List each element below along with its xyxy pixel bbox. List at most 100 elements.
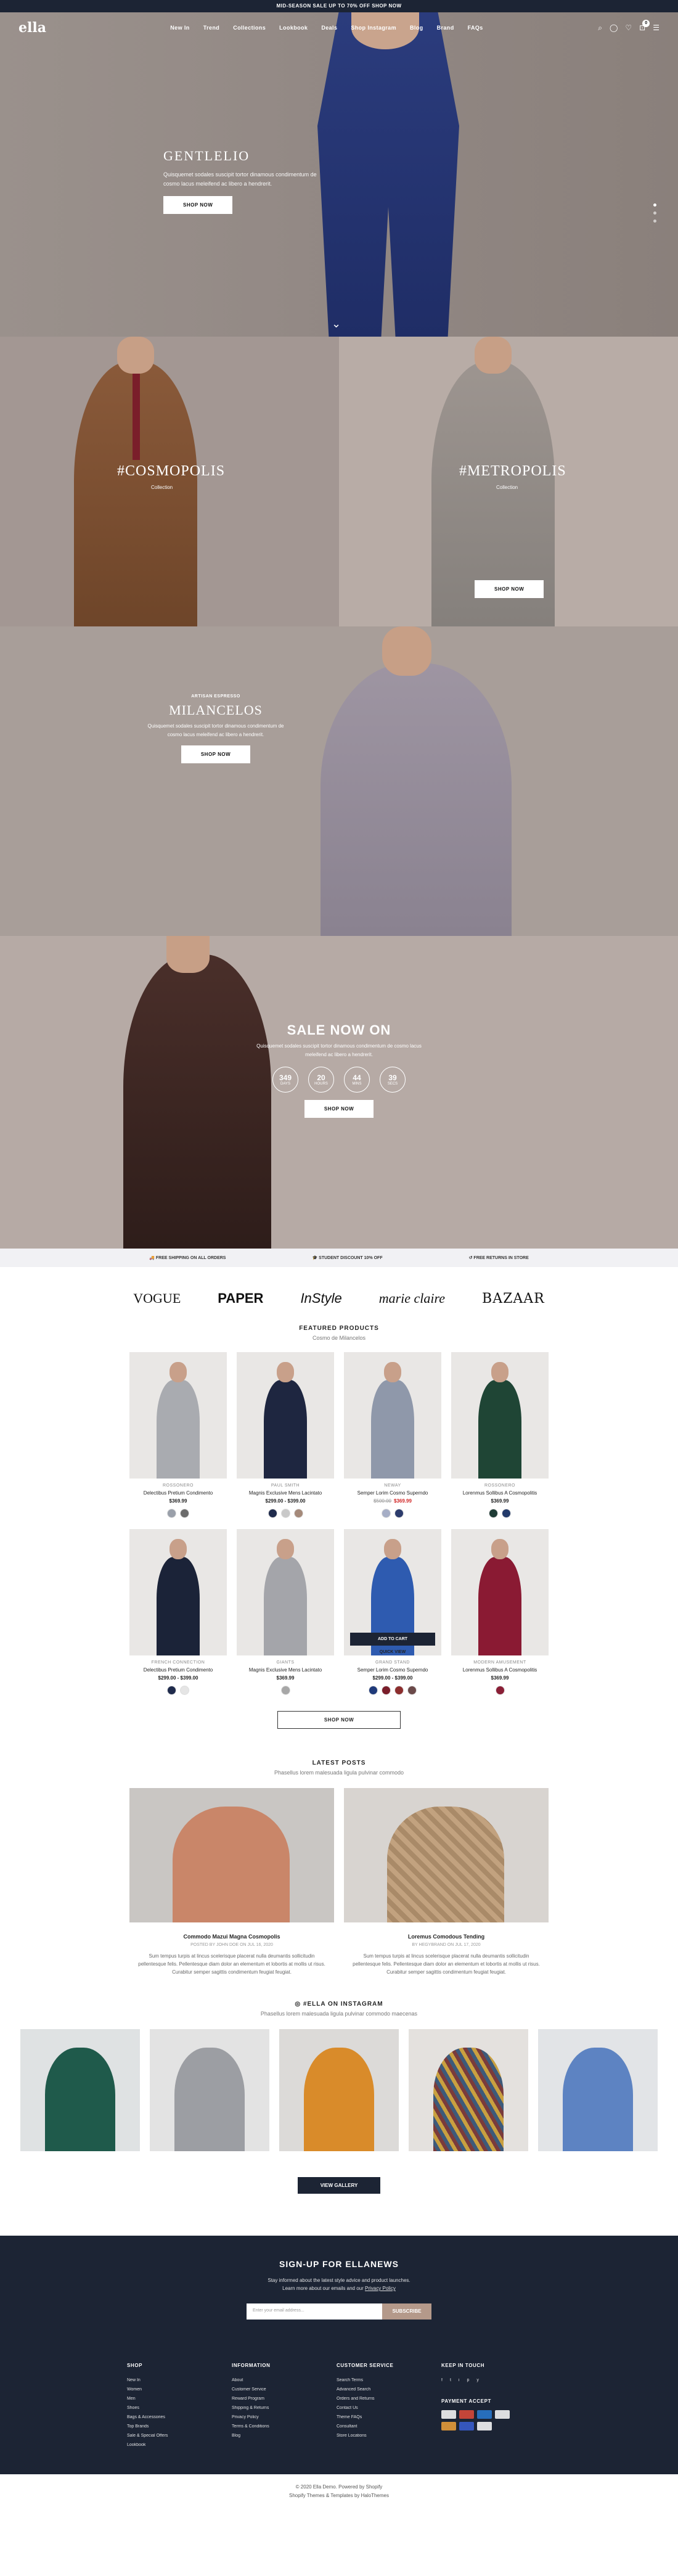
product-image[interactable] bbox=[237, 1529, 334, 1655]
brand-marie-claire[interactable]: marie claire bbox=[379, 1290, 445, 1306]
product-card[interactable]: NEWAY Semper Lorim Cosmo Superndo $500.0… bbox=[344, 1352, 441, 1518]
footer-link[interactable]: Orders and Returns bbox=[337, 2394, 441, 2403]
email-field[interactable]: Enter your email address... bbox=[247, 2303, 382, 2320]
view-gallery-button[interactable]: VIEW GALLERY bbox=[298, 2177, 380, 2194]
product-card[interactable]: GIANTS Magnis Exclusive Mens Lacintato $… bbox=[237, 1529, 334, 1695]
privacy-policy-link[interactable]: Privacy Policy bbox=[365, 2286, 396, 2291]
nav-new-in[interactable]: New In bbox=[170, 25, 189, 31]
product-name[interactable]: Magnis Exclusive Mens Lacintato bbox=[237, 1490, 334, 1496]
product-name[interactable]: Lorenmus Sollibus A Cosmopolitis bbox=[451, 1667, 549, 1673]
pinterest-icon[interactable]: p bbox=[467, 2376, 469, 2385]
footer-link[interactable]: Customer Service bbox=[232, 2385, 337, 2394]
wishlist-icon[interactable]: ♡ bbox=[625, 23, 632, 32]
quick-view-button[interactable]: QUICK VIEW bbox=[344, 1650, 441, 1654]
nav-trend[interactable]: Trend bbox=[203, 25, 220, 31]
account-icon[interactable]: ◯ bbox=[610, 23, 618, 32]
subscribe-button[interactable]: SUBSCRIBE bbox=[382, 2303, 431, 2320]
blog-post[interactable]: Loremus Comodous Tending BY HEGYBRAND ON… bbox=[344, 1788, 549, 1976]
blog-post[interactable]: Commodo Mazui Magna Cosmopolis POSTED BY… bbox=[129, 1788, 334, 1976]
brand-paper[interactable]: PAPER bbox=[218, 1290, 263, 1306]
instagram-photo[interactable] bbox=[279, 2029, 399, 2151]
instagram-photo[interactable] bbox=[409, 2029, 528, 2151]
slider-dot[interactable] bbox=[653, 211, 656, 215]
collection-cosmopolis[interactable]: #COSMOPOLIS Collection bbox=[0, 337, 339, 626]
footer-link[interactable]: Theme FAQs bbox=[337, 2413, 441, 2422]
color-swatch[interactable]: #8c2e2e bbox=[394, 1686, 404, 1695]
footer-link[interactable]: About bbox=[232, 2376, 337, 2385]
product-name[interactable]: Delectibus Pretium Condimento bbox=[129, 1667, 227, 1673]
nav-lookbook[interactable]: Lookbook bbox=[279, 25, 308, 31]
color-swatch[interactable]: #7a1e2a bbox=[382, 1686, 391, 1695]
products-shop-now-button[interactable]: SHOP NOW bbox=[277, 1711, 401, 1729]
product-card[interactable]: MODERN AMUSEMENT Lorenmus Sollibus A Cos… bbox=[451, 1529, 549, 1695]
nav-blog[interactable]: Blog bbox=[410, 25, 423, 31]
footer-link[interactable]: Top Brands bbox=[127, 2422, 232, 2431]
site-logo[interactable]: ella bbox=[18, 20, 92, 36]
free-shipping-text[interactable]: 🚚 FREE SHIPPING ON ALL ORDERS bbox=[149, 1255, 226, 1260]
color-swatch[interactable]: #8a1f36 bbox=[495, 1686, 505, 1695]
footer-link[interactable]: Contact Us bbox=[337, 2403, 441, 2413]
product-name[interactable]: Magnis Exclusive Mens Lacintato bbox=[237, 1667, 334, 1673]
student-discount-text[interactable]: 🎓 STUDENT DISCOUNT 10% OFF bbox=[312, 1255, 382, 1260]
footer-link[interactable]: Sale & Special Offers bbox=[127, 2431, 232, 2440]
instagram-photo[interactable] bbox=[538, 2029, 658, 2151]
color-swatch[interactable]: #9aa0aa bbox=[167, 1509, 176, 1518]
footer-link[interactable]: Blog bbox=[232, 2431, 337, 2440]
top-announcement-bar[interactable]: MID-SEASON SALE UP TO 70% OFF SHOP NOW bbox=[0, 0, 678, 12]
instagram-icon[interactable]: i bbox=[459, 2376, 460, 2385]
product-name[interactable]: Delectibus Pretium Condimento bbox=[129, 1490, 227, 1496]
color-swatch[interactable]: #2c3c6c bbox=[394, 1509, 404, 1518]
color-swatch[interactable]: #1f2b4c bbox=[268, 1509, 277, 1518]
brand-vogue[interactable]: VOGUE bbox=[133, 1290, 181, 1306]
footer-link[interactable]: Store Locations bbox=[337, 2431, 441, 2440]
product-card[interactable]: PAUL SMITH Magnis Exclusive Mens Lacinta… bbox=[237, 1352, 334, 1518]
slider-dot[interactable] bbox=[653, 203, 656, 207]
footer-link[interactable]: Search Terms bbox=[337, 2376, 441, 2385]
youtube-icon[interactable]: y bbox=[476, 2376, 479, 2385]
color-swatch[interactable]: #1f2b4c bbox=[167, 1686, 176, 1695]
color-swatch[interactable]: #a58a7a bbox=[293, 1509, 303, 1518]
product-image[interactable] bbox=[344, 1352, 441, 1479]
nav-deals[interactable]: Deals bbox=[321, 25, 337, 31]
brand-bazaar[interactable]: BAZAAR bbox=[482, 1291, 545, 1306]
add-to-cart-button[interactable]: ADD TO CART bbox=[350, 1633, 435, 1646]
product-name[interactable]: Lorenmus Sollibus A Cosmopolitis bbox=[451, 1490, 549, 1496]
color-swatch[interactable]: #e5e5e5 bbox=[180, 1686, 189, 1695]
footer-link[interactable]: Women bbox=[127, 2385, 232, 2394]
footer-link[interactable]: Bags & Accessories bbox=[127, 2413, 232, 2422]
color-swatch[interactable]: #1e3b35 bbox=[489, 1509, 498, 1518]
footer-link[interactable]: Shoes bbox=[127, 2403, 232, 2413]
product-name[interactable]: Semper Lorim Cosmo Superndo bbox=[344, 1490, 441, 1496]
instagram-photo[interactable] bbox=[20, 2029, 140, 2151]
footer-link[interactable]: Terms & Conditions bbox=[232, 2422, 337, 2431]
color-swatch[interactable]: #6b6b6b bbox=[180, 1509, 189, 1518]
product-card[interactable]: ROSSONERO Lorenmus Sollibus A Cosmopolit… bbox=[451, 1352, 549, 1518]
product-image[interactable] bbox=[451, 1352, 549, 1479]
nav-faqs[interactable]: FAQs bbox=[468, 25, 483, 31]
sale-shop-now-button[interactable]: SHOP NOW bbox=[304, 1100, 374, 1118]
post-image[interactable] bbox=[129, 1788, 334, 1922]
product-card[interactable]: FRENCH CONNECTION Delectibus Pretium Con… bbox=[129, 1529, 227, 1695]
instagram-photo[interactable] bbox=[150, 2029, 269, 2151]
nav-shop-instagram[interactable]: Shop Instagram bbox=[351, 25, 396, 31]
search-icon[interactable]: ⌕ bbox=[598, 23, 602, 33]
milancelos-shop-now-button[interactable]: SHOP NOW bbox=[181, 745, 251, 763]
post-image[interactable] bbox=[344, 1788, 549, 1922]
product-card[interactable]: ROSSONERO Delectibus Pretium Condimento … bbox=[129, 1352, 227, 1518]
footer-link[interactable]: Privacy Policy bbox=[232, 2413, 337, 2422]
product-image[interactable] bbox=[451, 1529, 549, 1655]
chevron-down-icon[interactable]: ⌄ bbox=[332, 318, 341, 330]
free-returns-text[interactable]: ↺ FREE RETURNS IN STORE bbox=[469, 1255, 529, 1260]
footer-link[interactable]: Shipping & Returns bbox=[232, 2403, 337, 2413]
twitter-icon[interactable]: t bbox=[450, 2376, 451, 2385]
nav-brand[interactable]: Brand bbox=[437, 25, 454, 31]
product-image[interactable]: ADD TO CART QUICK VIEW bbox=[344, 1529, 441, 1655]
slider-dot[interactable] bbox=[653, 219, 656, 223]
footer-link[interactable]: Advanced Search bbox=[337, 2385, 441, 2394]
footer-link[interactable]: Lookbook bbox=[127, 2440, 232, 2450]
product-image[interactable] bbox=[129, 1352, 227, 1479]
hero-shop-now-button[interactable]: SHOP NOW bbox=[163, 196, 233, 214]
metropolis-shop-now-button[interactable]: SHOP NOW bbox=[475, 580, 544, 598]
collection-metropolis[interactable]: #METROPOLIS Collection SHOP NOW bbox=[339, 337, 678, 626]
footer-link[interactable]: Consultant bbox=[337, 2422, 441, 2431]
